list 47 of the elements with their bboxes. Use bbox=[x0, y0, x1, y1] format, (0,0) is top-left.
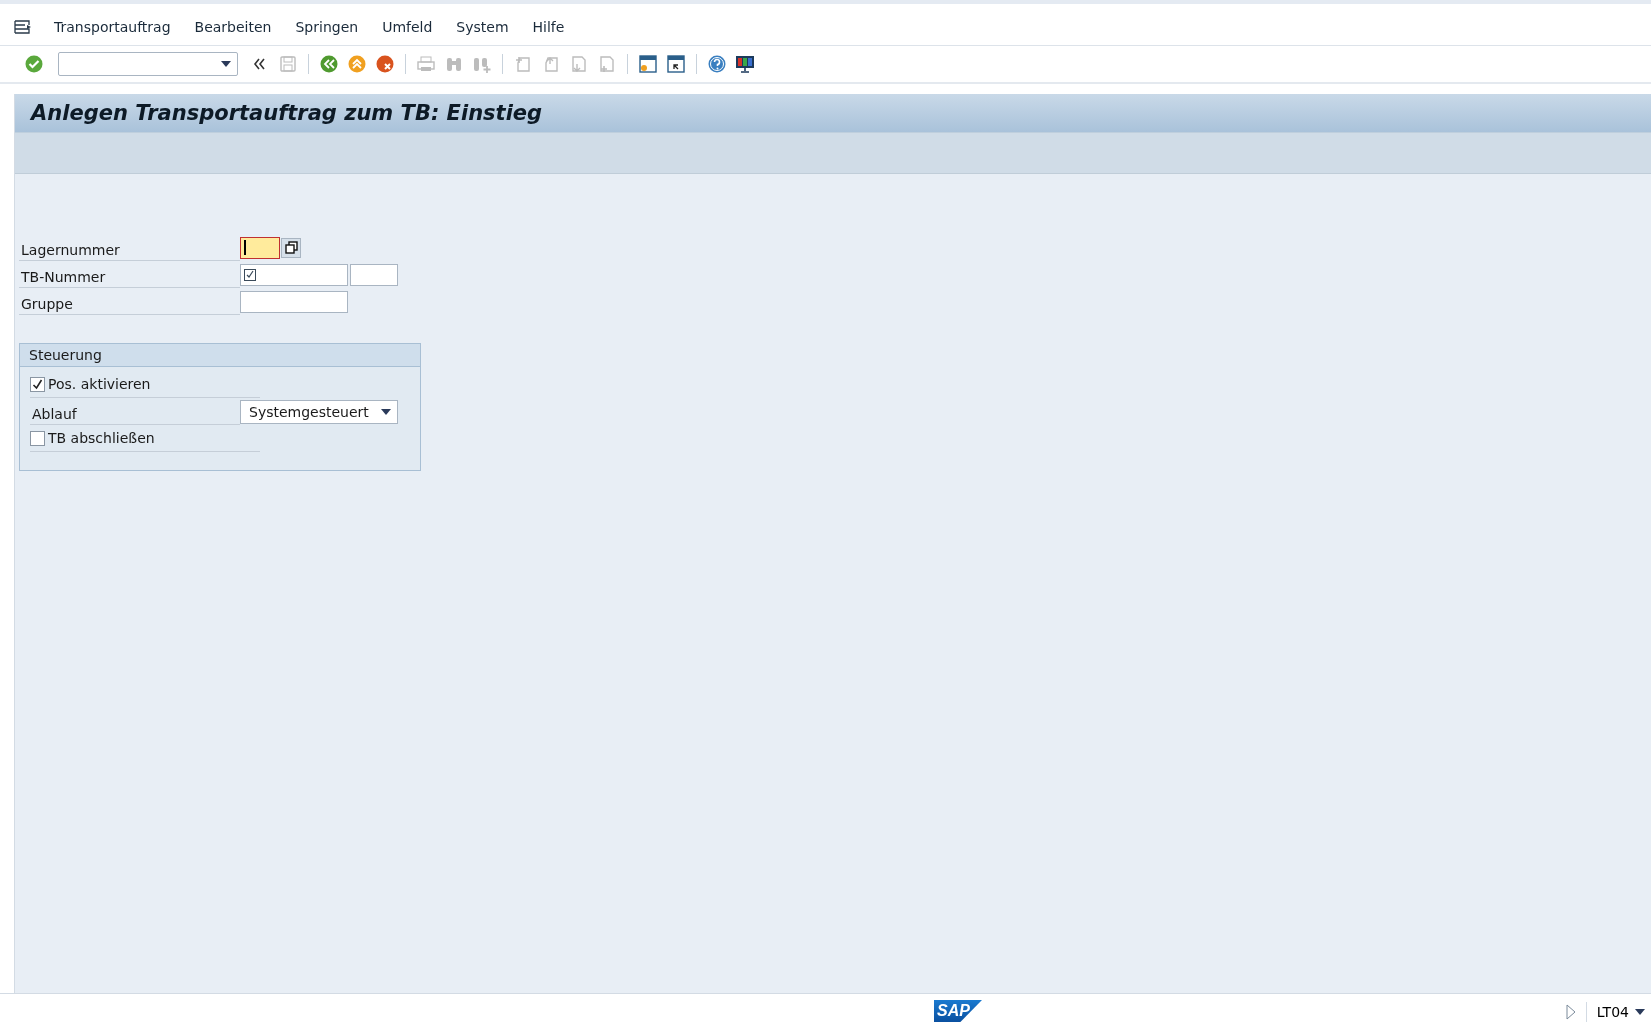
cancel-icon bbox=[375, 54, 395, 74]
copy-icon bbox=[284, 241, 298, 254]
checkbox[interactable] bbox=[30, 376, 45, 392]
field-label: Gruppe bbox=[19, 288, 240, 315]
help-icon bbox=[707, 54, 727, 74]
command-field[interactable] bbox=[58, 52, 238, 76]
monitor-icon bbox=[735, 54, 755, 74]
check-icon bbox=[24, 54, 44, 74]
save-icon bbox=[278, 54, 298, 74]
input-field[interactable] bbox=[240, 290, 348, 313]
back-icon bbox=[319, 54, 339, 74]
field-label: Ablauf bbox=[30, 398, 240, 425]
checkbox[interactable] bbox=[30, 430, 45, 446]
screen-title: Anlegen Transportauftrag zum TB: Einstieg bbox=[15, 94, 1651, 133]
input-field[interactable] bbox=[240, 236, 280, 259]
value-help-button[interactable] bbox=[281, 237, 301, 258]
checkbox-label: TB abschließen bbox=[48, 430, 155, 446]
text-cursor bbox=[244, 240, 246, 255]
new-window-icon bbox=[638, 54, 658, 74]
field-label: Lagernummer bbox=[19, 234, 240, 261]
input-field[interactable] bbox=[350, 263, 398, 286]
checkbox-label: Pos. aktivieren bbox=[48, 376, 151, 392]
group-title: Steuerung bbox=[20, 344, 420, 367]
menu-item[interactable]: Bearbeiten bbox=[182, 14, 284, 39]
page-plus-icon bbox=[513, 54, 533, 74]
required-checkbox-icon bbox=[244, 268, 256, 281]
page-down-icon bbox=[569, 54, 589, 74]
menu-item[interactable]: System bbox=[444, 14, 521, 39]
field-label: TB-Nummer bbox=[19, 261, 240, 288]
new-window-icon-button[interactable] bbox=[636, 52, 660, 76]
transaction-code: LT04 bbox=[1596, 1003, 1629, 1020]
shortcut-window-icon-button[interactable] bbox=[664, 52, 688, 76]
dropdown-arrow-icon[interactable] bbox=[1635, 1008, 1645, 1015]
dropdown-arrow-icon[interactable] bbox=[221, 61, 231, 67]
menu-item[interactable]: Hilfe bbox=[520, 14, 577, 39]
input-field[interactable] bbox=[240, 263, 348, 286]
menu-item[interactable]: Transportauftrag bbox=[42, 14, 183, 39]
play-icon[interactable] bbox=[1565, 1003, 1576, 1020]
page-last-icon bbox=[597, 54, 617, 74]
print-icon bbox=[416, 54, 436, 74]
exit-icon bbox=[347, 54, 367, 74]
dropdown-arrow-icon[interactable] bbox=[381, 408, 391, 415]
menu-item[interactable]: Springen bbox=[283, 14, 371, 39]
logo: SAP bbox=[934, 1000, 982, 1022]
menu-item[interactable]: Umfeld bbox=[370, 14, 445, 39]
dropdown[interactable]: Systemgesteuert bbox=[240, 399, 398, 424]
shortcut-window-icon bbox=[666, 54, 686, 74]
